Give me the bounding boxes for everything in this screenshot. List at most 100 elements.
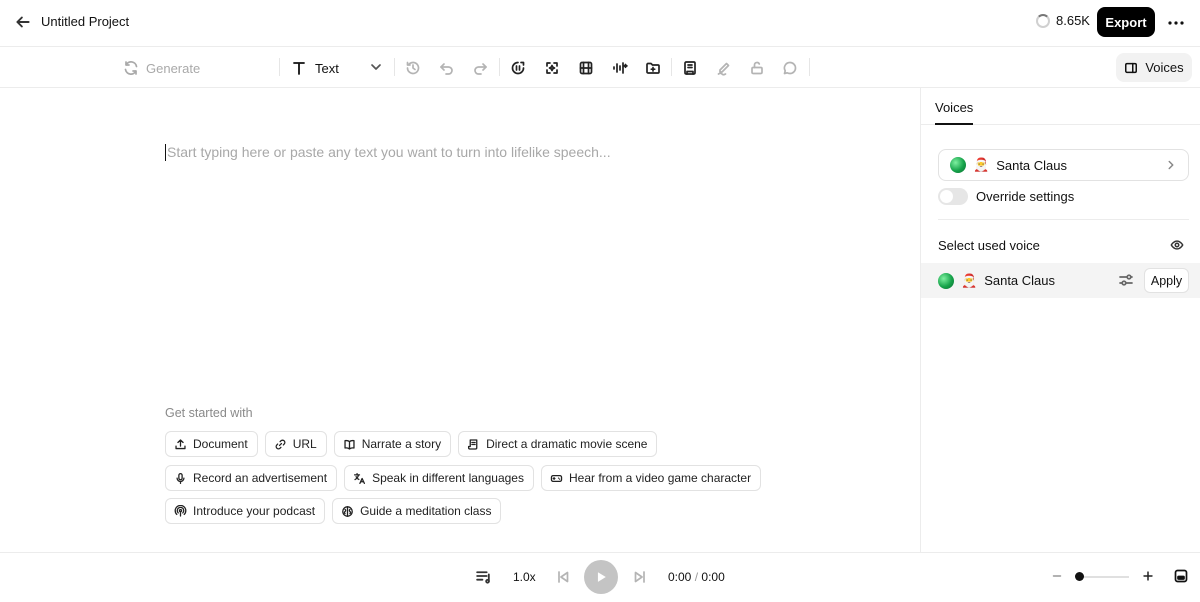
script-icon bbox=[468, 438, 478, 450]
voice-emoji: 🎅 bbox=[961, 272, 978, 288]
zoom-out-icon[interactable] bbox=[1050, 569, 1064, 583]
credits-indicator: 8.65K bbox=[1036, 13, 1090, 28]
toolbar-divider bbox=[279, 58, 280, 76]
apply-button[interactable]: Apply bbox=[1144, 268, 1189, 293]
sliders-icon[interactable] bbox=[1118, 272, 1134, 288]
skip-forward-icon[interactable] bbox=[632, 569, 648, 585]
override-settings-label: Override settings bbox=[976, 189, 1075, 204]
tab-voices[interactable]: Voices bbox=[935, 100, 973, 115]
voice-avatar bbox=[950, 157, 966, 173]
chip-languages[interactable]: Speak in different languages bbox=[344, 465, 534, 491]
back-arrow-icon[interactable] bbox=[14, 13, 34, 33]
voice-name: Santa Claus bbox=[996, 157, 1068, 173]
redo-icon[interactable] bbox=[472, 58, 488, 78]
chip-label: URL bbox=[292, 437, 317, 451]
credits-count: 8.65K bbox=[1056, 13, 1090, 28]
playlist-icon[interactable] bbox=[475, 568, 492, 585]
playback-speed[interactable]: 1.0x bbox=[513, 570, 536, 584]
voice-emoji: 🎅 bbox=[973, 157, 990, 172]
play-button[interactable] bbox=[584, 560, 618, 594]
export-button[interactable]: Export bbox=[1097, 7, 1155, 37]
undo-icon[interactable] bbox=[439, 58, 455, 78]
toolbar-divider bbox=[809, 58, 810, 76]
voice-avatar bbox=[938, 272, 954, 289]
mode-select[interactable]: Text bbox=[291, 58, 339, 78]
voice-name: Santa Claus bbox=[984, 273, 1056, 288]
upload-icon bbox=[175, 438, 186, 449]
play-icon bbox=[597, 572, 606, 582]
voices-panel-button[interactable]: Voices bbox=[1116, 53, 1192, 82]
book-open-icon bbox=[344, 439, 355, 450]
override-settings-row: Override settings bbox=[938, 188, 1074, 205]
unlock-icon[interactable] bbox=[749, 58, 765, 78]
sparkle-select-icon[interactable] bbox=[544, 58, 560, 78]
link-icon bbox=[275, 439, 286, 449]
chevron-right-icon bbox=[1164, 158, 1178, 172]
chip-label: Speak in different languages bbox=[372, 471, 524, 485]
suggestion-row: Introduce your podcast Guide a meditatio… bbox=[165, 498, 502, 524]
used-voice-row[interactable]: 🎅 Santa Claus Apply bbox=[921, 263, 1200, 298]
chip-url[interactable]: URL bbox=[264, 431, 327, 457]
playback-time: 0:00 / 0:00 bbox=[668, 570, 725, 584]
dictionary-icon[interactable] bbox=[682, 58, 698, 78]
chip-label: Introduce your podcast bbox=[193, 504, 316, 518]
current-time: 0:00 bbox=[668, 570, 692, 584]
select-used-voice-label: Select used voice bbox=[938, 238, 1040, 253]
skip-back-icon[interactable] bbox=[555, 569, 571, 585]
chip-label: Guide a meditation class bbox=[360, 504, 492, 518]
folder-add-icon[interactable] bbox=[645, 58, 661, 78]
active-tab-indicator bbox=[935, 123, 973, 125]
suggestion-row: Record an advertisement Speak in differe… bbox=[165, 465, 762, 491]
chip-meditation[interactable]: Guide a meditation class bbox=[332, 498, 502, 524]
eye-icon[interactable] bbox=[1170, 238, 1184, 252]
player-view-icon[interactable] bbox=[1173, 568, 1189, 584]
podcast-icon bbox=[174, 504, 187, 517]
section-divider bbox=[938, 219, 1189, 220]
chip-advertisement[interactable]: Record an advertisement bbox=[165, 465, 338, 491]
text-icon bbox=[293, 62, 305, 75]
pen-icon[interactable] bbox=[716, 58, 732, 78]
editor-placeholder: Start typing here or paste any text you … bbox=[167, 144, 611, 160]
selected-voice-card[interactable]: 🎅 Santa Claus bbox=[938, 149, 1189, 181]
chip-label: Hear from a video game character bbox=[568, 471, 752, 485]
chip-label: Record an advertisement bbox=[193, 471, 328, 485]
zoom-in-icon[interactable] bbox=[1141, 569, 1155, 583]
film-icon[interactable] bbox=[578, 58, 594, 78]
microphone-icon bbox=[176, 472, 185, 484]
loading-spinner-icon bbox=[1036, 13, 1050, 28]
chip-movie-scene[interactable]: Direct a dramatic movie scene bbox=[458, 431, 658, 457]
toolbar: Generate Text bbox=[0, 47, 1200, 88]
generate-button[interactable]: Generate bbox=[123, 58, 200, 78]
zoom-slider-track[interactable] bbox=[1077, 576, 1129, 578]
pause-insert-icon[interactable] bbox=[510, 58, 526, 78]
chip-label: Document bbox=[193, 437, 248, 451]
player-bar: 1.0x 0:00 / 0:00 bbox=[0, 552, 1200, 602]
comment-icon[interactable] bbox=[782, 58, 798, 78]
text-caret bbox=[165, 144, 166, 161]
zoom-slider-handle[interactable] bbox=[1075, 572, 1084, 581]
voices-panel: Voices 🎅 Santa Claus Override settings S… bbox=[920, 88, 1200, 552]
toolbar-divider bbox=[499, 58, 500, 76]
chip-podcast[interactable]: Introduce your podcast bbox=[165, 498, 326, 524]
suggestion-row: Document URL Narrate a story Direct a dr… bbox=[165, 431, 658, 457]
chip-label: Narrate a story bbox=[361, 437, 442, 451]
project-title[interactable]: Untitled Project bbox=[41, 14, 129, 29]
chip-document[interactable]: Document bbox=[165, 431, 258, 457]
chip-game-character[interactable]: Hear from a video game character bbox=[540, 465, 762, 491]
chip-narrate-story[interactable]: Narrate a story bbox=[333, 431, 452, 457]
toolbar-divider bbox=[671, 58, 672, 76]
regenerate-icon bbox=[124, 61, 138, 75]
history-icon[interactable] bbox=[405, 58, 421, 78]
total-time: 0:00 bbox=[701, 570, 725, 584]
chip-label: Direct a dramatic movie scene bbox=[486, 437, 648, 451]
translate-icon bbox=[354, 472, 366, 484]
more-options-icon[interactable] bbox=[1166, 13, 1186, 33]
text-editor[interactable]: Start typing here or paste any text you … bbox=[0, 88, 920, 552]
audio-waveform-icon[interactable] bbox=[612, 58, 628, 78]
override-settings-toggle[interactable] bbox=[938, 188, 968, 205]
chevron-down-icon[interactable] bbox=[368, 59, 384, 75]
voices-button-label: Voices bbox=[1145, 60, 1184, 75]
get-started-label: Get started with bbox=[165, 406, 253, 420]
panel-toggle-icon bbox=[1125, 62, 1138, 73]
brain-icon bbox=[342, 505, 353, 517]
